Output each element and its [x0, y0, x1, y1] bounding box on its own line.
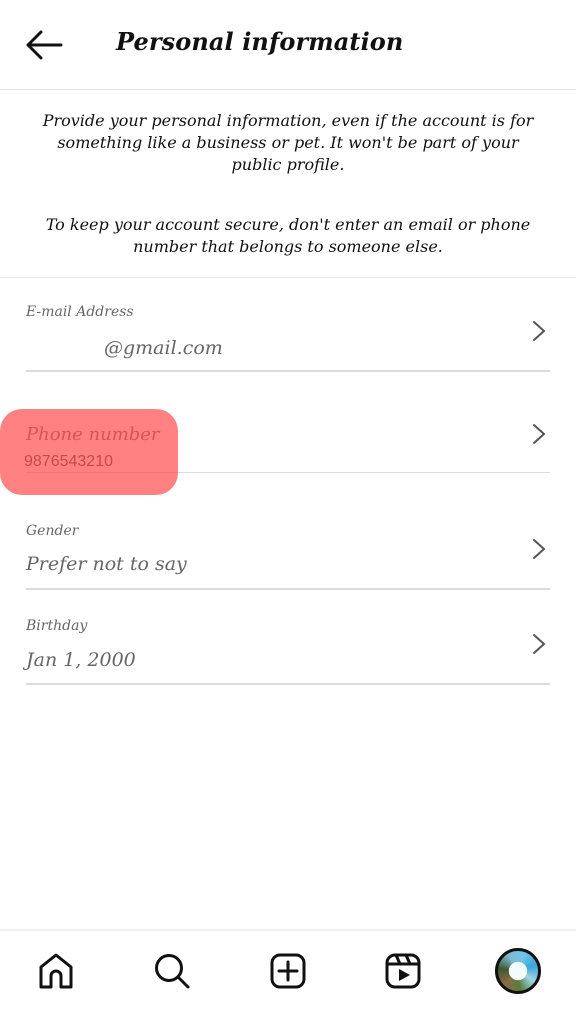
arrow-left-icon [26, 30, 63, 60]
phone-number-value: 9876543210 [24, 453, 113, 470]
phone-number-field[interactable]: Phone number 9876543210 [24, 400, 550, 473]
nav-search-button[interactable] [150, 949, 194, 993]
chevron-right-icon [533, 321, 546, 341]
home-icon [39, 953, 73, 989]
nav-reels-button[interactable] [381, 949, 425, 993]
plus-square-icon [270, 953, 306, 989]
gender-field[interactable]: Gender Prefer not to say [26, 510, 550, 590]
intro-text-security: To keep your account secure, don't enter… [45, 215, 531, 256]
email-field[interactable]: E-mail Address @gmail.com [26, 290, 550, 372]
bottom-nav [0, 929, 576, 1026]
birthday-field[interactable]: Birthday Jan 1, 2000 [26, 605, 550, 685]
search-icon [155, 954, 190, 989]
gender-label: Gender [26, 523, 79, 539]
page-title: Personal information [116, 27, 404, 56]
nav-home-button[interactable] [34, 949, 78, 993]
intro-text-privacy: Provide your personal information, even … [42, 111, 534, 174]
email-label: E-mail Address [26, 304, 134, 320]
gender-value: Prefer not to say [26, 553, 187, 575]
chevron-right-icon [533, 539, 546, 559]
phone-number-label: Phone number [26, 424, 160, 445]
header: Personal information [0, 0, 576, 90]
reels-icon [385, 953, 421, 989]
nav-create-button[interactable] [266, 949, 310, 993]
birthday-value: Jan 1, 2000 [26, 649, 136, 671]
nav-profile-button[interactable] [492, 945, 544, 997]
chevron-right-icon [533, 424, 546, 444]
back-button[interactable] [24, 28, 64, 62]
avatar [495, 948, 541, 994]
birthday-label: Birthday [26, 618, 88, 634]
email-value: @gmail.com [104, 337, 223, 359]
intro-section: Provide your personal information, even … [0, 89, 576, 278]
chevron-right-icon [533, 634, 546, 654]
